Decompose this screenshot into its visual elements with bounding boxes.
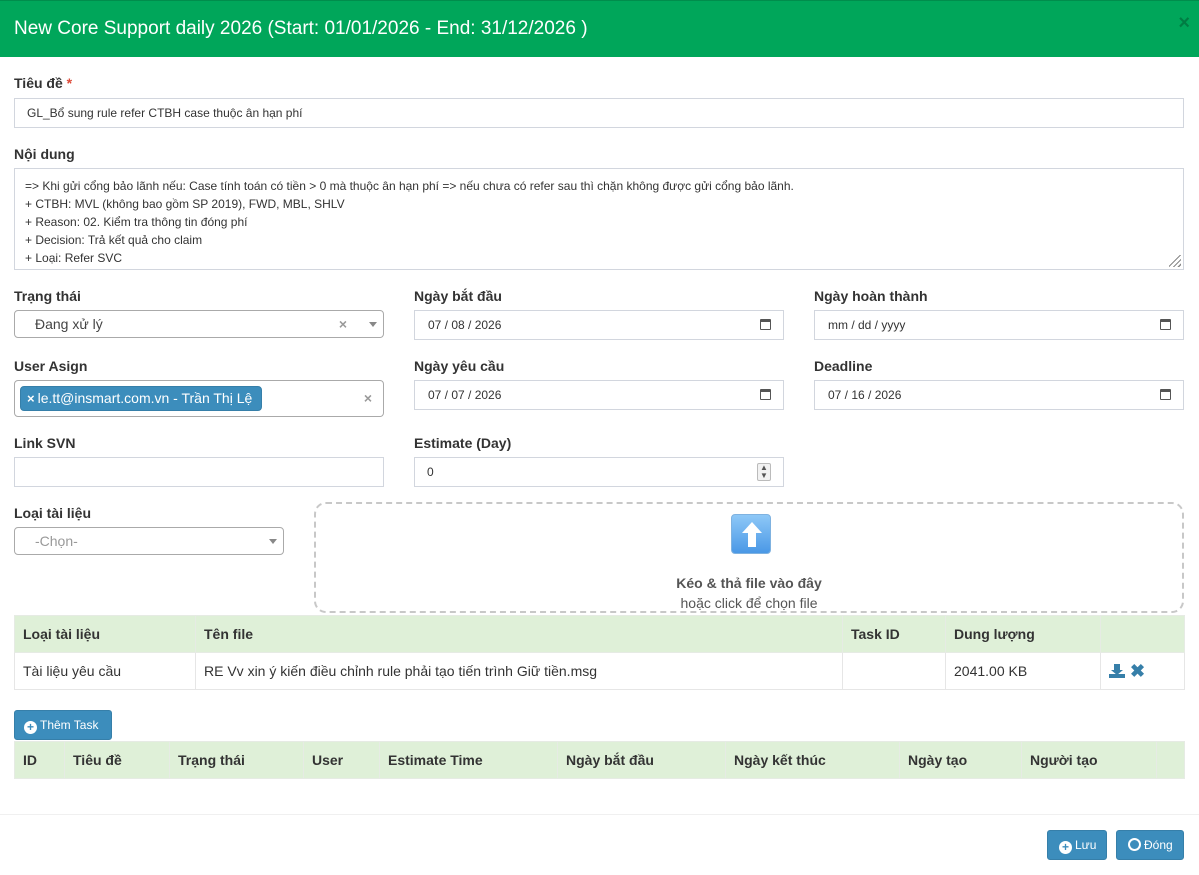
column-header: Tiêu đề	[64, 741, 170, 779]
close-label: Đóng	[1144, 838, 1173, 852]
files-header-row: Loại tài liệu Tên file Task ID Dung lượn…	[14, 615, 1185, 653]
file-task-id	[842, 652, 946, 690]
resize-grip-icon[interactable]	[1169, 255, 1181, 267]
delete-icon[interactable]: ✖	[1130, 661, 1145, 681]
title-label: Tiêu đề *	[14, 75, 73, 91]
status-label: Trạng thái	[14, 288, 81, 304]
estimate-value: 0	[427, 465, 434, 479]
clear-icon[interactable]: ×	[339, 311, 347, 337]
content-line: + Decision: Trả kết quả cho claim	[25, 233, 203, 247]
deadline-input[interactable]: 07 / 16 / 2026	[814, 380, 1184, 410]
download-icon[interactable]	[1109, 664, 1125, 678]
column-header: Loại tài liệu	[14, 615, 196, 653]
column-header: Ngày kết thúc	[725, 741, 900, 779]
file-size: 2041.00 KB	[945, 652, 1101, 690]
dropzone-subtitle: hoặc click để chọn file	[680, 595, 818, 611]
content-line: + Loại: Refer SVC	[25, 251, 123, 265]
file-actions: ✖	[1100, 652, 1185, 690]
add-task-label: Thêm Task	[40, 718, 99, 732]
content-line	[25, 169, 1173, 177]
calendar-icon[interactable]	[760, 319, 771, 330]
column-header: Ngày tạo	[899, 741, 1022, 779]
file-name: RE Vv xin ý kiến điều chỉnh rule phải tạ…	[195, 652, 843, 690]
column-header	[1156, 741, 1185, 779]
column-header: Task ID	[842, 615, 946, 653]
start-date-label: Ngày bắt đầu	[414, 288, 502, 304]
status-value: Đang xử lý	[35, 316, 103, 332]
user-assign-label: User Asign	[14, 358, 88, 374]
content-line: => Khi gửi cổng bảo lãnh nếu: Case tính …	[25, 179, 794, 193]
spinner-icon[interactable]: ▲ ▼	[757, 463, 771, 481]
plus-circle-icon: +	[24, 721, 37, 734]
estimate-label: Estimate (Day)	[414, 435, 512, 451]
column-header: User	[303, 741, 380, 779]
tasks-table: ID Tiêu đề Trạng thái User Estimate Time…	[14, 741, 1185, 779]
clear-icon[interactable]: ×	[364, 390, 372, 406]
column-header: Estimate Time	[379, 741, 558, 779]
content-line: + CTBH: MVL (không bao gồm SP 2019), FWD…	[25, 197, 345, 211]
content-label: Nội dung	[14, 146, 75, 162]
upload-arrow-icon	[731, 514, 771, 554]
request-date-value: 07 / 07 / 2026	[428, 388, 502, 402]
content-line: + Reason: 02. Kiểm tra thông tin đóng ph…	[25, 215, 248, 229]
user-chip-label: le.tt@insmart.com.vn - Trần Thị Lệ	[37, 390, 253, 406]
close-button[interactable]: Đóng	[1116, 830, 1184, 860]
circle-icon	[1128, 838, 1141, 851]
title-input[interactable]: GL_Bổ sung rule refer CTBH case thuộc ân…	[14, 98, 1184, 128]
content-textarea[interactable]: => Khi gửi cổng bảo lãnh nếu: Case tính …	[14, 168, 1184, 270]
dropzone-title: Kéo & thả file vào đây	[676, 575, 822, 591]
close-icon[interactable]: ×	[1178, 13, 1190, 33]
complete-date-input[interactable]: mm / dd / yyyy	[814, 310, 1184, 340]
status-select[interactable]: Đang xử lý ×	[14, 310, 384, 338]
column-header	[1100, 615, 1185, 653]
complete-date-label: Ngày hoàn thành	[814, 288, 928, 304]
modal-header: New Core Support daily 2026 (Start: 01/0…	[0, 0, 1199, 57]
calendar-icon[interactable]	[1160, 319, 1171, 330]
required-mark: *	[66, 75, 73, 91]
footer-divider	[0, 814, 1199, 815]
save-label: Lưu	[1075, 838, 1097, 852]
column-header: Ngày bắt đầu	[557, 741, 726, 779]
column-header: Người tạo	[1021, 741, 1157, 779]
estimate-input[interactable]: 0 ▲ ▼	[414, 457, 784, 487]
column-header: Dung lượng	[945, 615, 1101, 653]
doc-type-select[interactable]: -Chọn-	[14, 527, 284, 555]
files-table: Loại tài liệu Tên file Task ID Dung lượn…	[14, 615, 1185, 690]
remove-chip-icon[interactable]: ×	[27, 391, 35, 406]
file-doc-type: Tài liệu yêu cầu	[14, 652, 196, 690]
user-chip: × le.tt@insmart.com.vn - Trần Thị Lệ	[20, 386, 263, 411]
link-svn-label: Link SVN	[14, 435, 76, 451]
save-button[interactable]: + Lưu	[1047, 830, 1107, 860]
chevron-down-icon	[269, 539, 277, 544]
user-assign-select[interactable]: × le.tt@insmart.com.vn - Trần Thị Lệ ×	[14, 380, 384, 417]
link-svn-input[interactable]	[14, 457, 384, 487]
complete-date-placeholder: mm / dd / yyyy	[828, 318, 906, 332]
deadline-label: Deadline	[814, 358, 873, 374]
column-header: ID	[14, 741, 65, 779]
start-date-value: 07 / 08 / 2026	[428, 318, 502, 332]
start-date-input[interactable]: 07 / 08 / 2026	[414, 310, 784, 340]
chevron-down-icon	[369, 322, 377, 327]
column-header: Tên file	[195, 615, 843, 653]
plus-circle-icon: +	[1059, 841, 1072, 854]
modal-title: New Core Support daily 2026 (Start: 01/0…	[14, 18, 588, 39]
file-dropzone[interactable]: Kéo & thả file vào đây hoặc click để chọ…	[314, 502, 1184, 613]
deadline-value: 07 / 16 / 2026	[828, 388, 902, 402]
column-header: Trạng thái	[169, 741, 304, 779]
add-task-button[interactable]: + Thêm Task	[14, 710, 112, 740]
request-date-label: Ngày yêu cầu	[414, 358, 505, 374]
doc-type-value: -Chọn-	[35, 533, 78, 549]
tasks-header-row: ID Tiêu đề Trạng thái User Estimate Time…	[14, 741, 1185, 779]
calendar-icon[interactable]	[1160, 389, 1171, 400]
table-row: Tài liệu yêu cầu RE Vv xin ý kiến điều c…	[14, 652, 1185, 690]
request-date-input[interactable]: 07 / 07 / 2026	[414, 380, 784, 410]
calendar-icon[interactable]	[760, 389, 771, 400]
doc-type-label: Loại tài liệu	[14, 505, 92, 521]
